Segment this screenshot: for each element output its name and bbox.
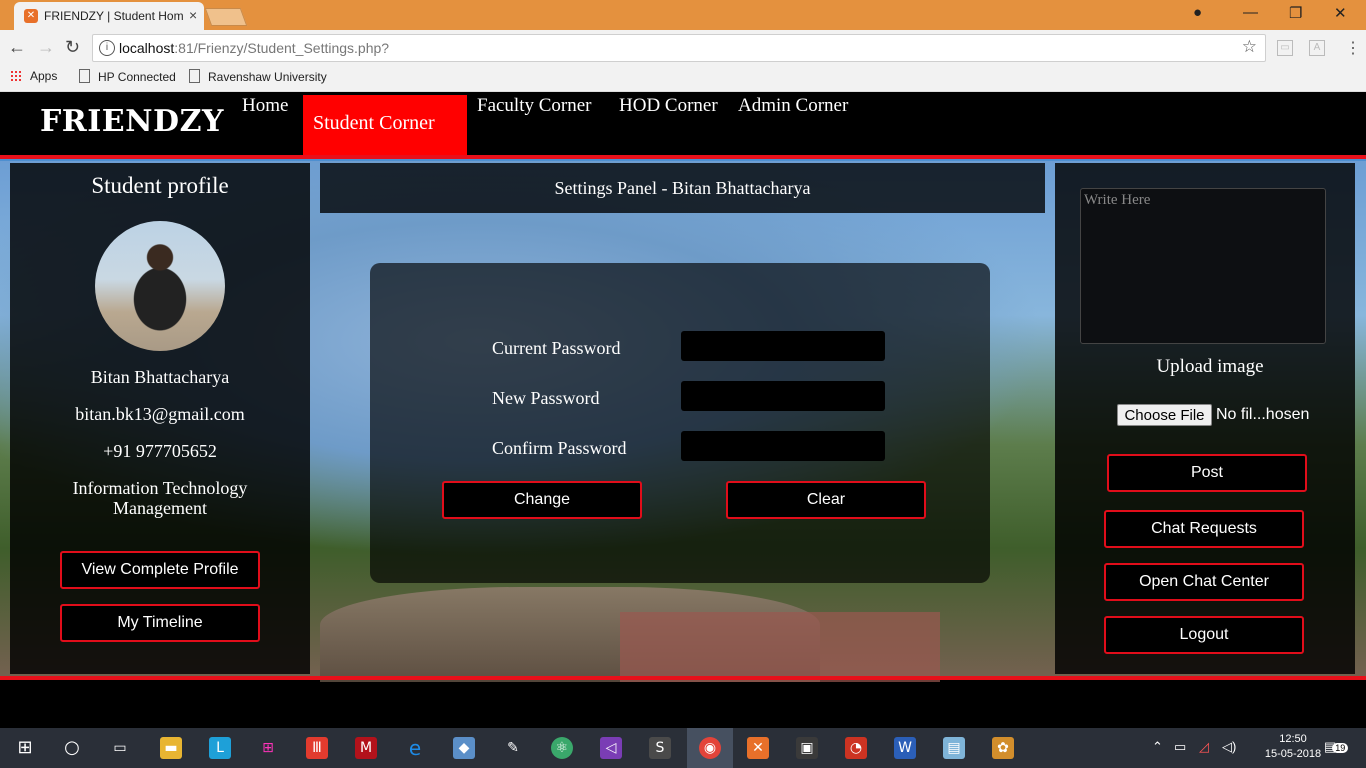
xampp-icon[interactable]: ✕ <box>747 737 769 759</box>
edge-icon[interactable]: e <box>404 737 426 759</box>
volume-icon[interactable]: ◁) <box>1222 739 1236 755</box>
3d-box-icon[interactable]: ◆ <box>453 737 475 759</box>
store-icon[interactable]: ⊞ <box>257 737 279 759</box>
menu-icon[interactable]: ⋮ <box>1345 38 1361 58</box>
page-content: FRIENDZY Home Student Corner Faculty Cor… <box>0 92 1366 728</box>
page-icon <box>79 69 90 83</box>
notepad-icon[interactable]: ▤ <box>943 737 965 759</box>
forward-icon[interactable]: → <box>37 37 55 58</box>
new-password-field[interactable] <box>681 381 885 411</box>
avatar <box>95 221 225 351</box>
search-icon[interactable]: ○ <box>61 737 83 759</box>
network-icon[interactable]: ◿ <box>1199 739 1209 755</box>
background-path <box>620 612 940 682</box>
tab-title: FRIENDZY | Student Hom <box>44 9 184 23</box>
bookmark-hp-connected[interactable]: HP Connected <box>79 69 176 84</box>
apps-grid-icon <box>10 70 22 82</box>
current-password-field[interactable] <box>681 331 885 361</box>
info-icon[interactable]: i <box>99 40 115 56</box>
new-password-label: New Password <box>492 388 600 408</box>
nav-student-corner-label: Student Corner <box>313 112 435 134</box>
site-logo[interactable]: FRIENDZY <box>40 104 224 139</box>
profile-name: Bitan Bhattacharya <box>90 367 230 387</box>
notification-badge: 19 <box>1332 743 1349 753</box>
word-icon[interactable]: W <box>894 737 916 759</box>
bookmark-ravenshaw[interactable]: Ravenshaw University <box>189 69 327 84</box>
nav-student-corner[interactable]: Student Corner <box>303 95 467 155</box>
page-icon <box>189 69 200 83</box>
new-tab-button[interactable] <box>204 8 248 26</box>
post-sidebar-panel: Upload image Choose File No fil...hosen … <box>1055 163 1355 674</box>
settings-panel-header: Settings Panel - Bitan Bhattacharya <box>320 163 1045 213</box>
nav-home[interactable]: Home <box>242 95 288 117</box>
l-app-icon[interactable]: L <box>209 737 231 759</box>
close-tab-icon[interactable]: × <box>189 7 197 23</box>
address-bar[interactable]: i localhost:81/Frienzy/Student_Settings.… <box>92 34 1266 62</box>
bookmark-apps[interactable]: Apps <box>10 69 57 83</box>
xampp-favicon-icon: ✕ <box>24 9 38 23</box>
clock[interactable]: 12:50 15-05-2018 <box>1262 732 1324 762</box>
post-button[interactable]: Post <box>1107 454 1307 492</box>
write-post-textarea[interactable] <box>1080 188 1326 344</box>
confirm-password-field[interactable] <box>681 431 885 461</box>
header-divider-accent <box>0 159 1366 161</box>
profile-department-line2: Management <box>113 498 207 518</box>
clear-button[interactable]: Clear <box>726 481 926 519</box>
show-hidden-icons[interactable]: ⌃ <box>1152 739 1163 755</box>
wpm-icon[interactable]: ◔ <box>845 737 867 759</box>
profile-icon[interactable]: ● <box>1193 4 1202 21</box>
clock-time: 12:50 <box>1279 733 1307 745</box>
paint-icon[interactable]: ✿ <box>992 737 1014 759</box>
reload-icon[interactable]: ↻ <box>65 37 80 58</box>
clock-date: 15-05-2018 <box>1264 748 1322 760</box>
minimize-icon[interactable]: — <box>1243 4 1258 21</box>
tools-icon[interactable]: ✎ <box>502 737 524 759</box>
view-complete-profile-button[interactable]: View Complete Profile <box>60 551 260 589</box>
nav-hod-corner[interactable]: HOD Corner <box>619 95 718 117</box>
profile-email: bitan.bk13@gmail.com <box>75 404 245 424</box>
bookmark-star-icon[interactable]: ☆ <box>1242 37 1257 57</box>
sublime-icon[interactable]: S <box>649 737 671 759</box>
task-view-icon[interactable]: ▭ <box>109 737 131 759</box>
choose-file-button[interactable]: Choose File <box>1117 404 1212 426</box>
file-explorer-icon[interactable]: ▬ <box>160 737 182 759</box>
student-profile-panel: Student profile Bitan Bhattacharya bitan… <box>10 163 310 674</box>
back-icon[interactable]: ← <box>8 37 26 58</box>
nav-admin-corner[interactable]: Admin Corner <box>738 95 848 117</box>
bookmarks-bar: Apps HP Connected Ravenshaw University <box>0 64 1366 92</box>
close-window-icon[interactable]: ✕ <box>1334 4 1347 22</box>
current-password-label: Current Password <box>492 338 621 358</box>
action-center-icon[interactable]: ▤19 <box>1324 739 1349 755</box>
battery-icon[interactable]: ▭ <box>1174 739 1186 755</box>
url-text: localhost:81/Frienzy/Student_Settings.ph… <box>119 40 390 56</box>
profile-title: Student profile <box>91 173 229 198</box>
chrome-icon[interactable]: ◉ <box>699 737 721 759</box>
my-timeline-button[interactable]: My Timeline <box>60 604 260 642</box>
restore-icon[interactable]: ❐ <box>1289 4 1302 22</box>
selected-file-name: No fil...hosen <box>1216 406 1310 423</box>
nav-faculty-corner[interactable]: Faculty Corner <box>477 95 592 117</box>
profile-department: Information Technology <box>72 478 248 498</box>
logout-button[interactable]: Logout <box>1104 616 1304 654</box>
mcafee-icon[interactable]: M <box>355 737 377 759</box>
browser-titlebar: ✕ FRIENDZY | Student Hom × ● — ❐ ✕ <box>0 0 1366 30</box>
footer-divider <box>0 676 1366 680</box>
terminal-icon[interactable]: ▣ <box>796 737 818 759</box>
change-button[interactable]: Change <box>442 481 642 519</box>
windows-taskbar: ⊞ ○ ▭ ▬ L ⊞ Ⅲ M e ◆ ✎ ⚛ ◁ S ◉ ✕ ▣ ◔ W ▤ … <box>0 728 1366 768</box>
chat-requests-button[interactable]: Chat Requests <box>1104 510 1304 548</box>
password-settings-form: Current Password New Password Confirm Pa… <box>370 263 990 583</box>
confirm-password-label: Confirm Password <box>492 438 627 458</box>
settings-panel-title: Settings Panel - Bitan Bhattacharya <box>554 178 811 198</box>
profile-phone: +91 977705652 <box>103 441 217 461</box>
browser-tab[interactable]: ✕ FRIENDZY | Student Hom × <box>14 2 204 30</box>
extension-icon[interactable]: ▭ <box>1277 40 1293 56</box>
app-red-icon[interactable]: Ⅲ <box>306 737 328 759</box>
open-chat-center-button[interactable]: Open Chat Center <box>1104 563 1304 601</box>
upload-image-label: Upload image <box>1156 356 1264 377</box>
visual-studio-icon[interactable]: ◁ <box>600 737 622 759</box>
windows-start-icon[interactable]: ⊞ <box>14 737 36 759</box>
pdf-extension-icon[interactable]: A <box>1309 40 1325 56</box>
atom-icon[interactable]: ⚛ <box>551 737 573 759</box>
